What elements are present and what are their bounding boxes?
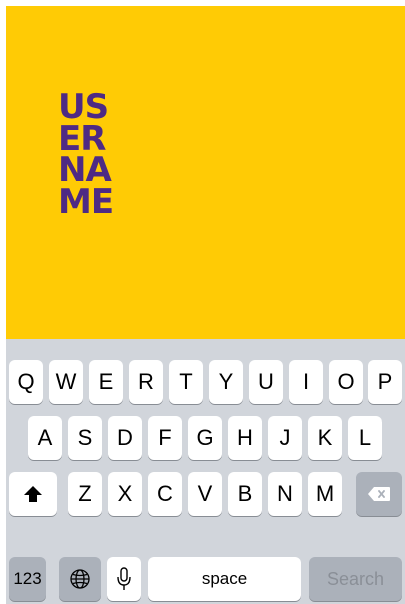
- dictation-key[interactable]: [107, 557, 141, 601]
- key-w[interactable]: W: [49, 360, 83, 404]
- title-line: ME: [58, 181, 114, 222]
- key-z[interactable]: Z: [68, 472, 102, 516]
- search-key[interactable]: Search: [309, 557, 402, 601]
- key-m[interactable]: M: [308, 472, 342, 516]
- key-o[interactable]: O: [329, 360, 363, 404]
- key-b[interactable]: B: [228, 472, 262, 516]
- numbers-key[interactable]: 123: [9, 557, 46, 601]
- key-r[interactable]: R: [129, 360, 163, 404]
- space-key[interactable]: space: [148, 557, 301, 601]
- key-d[interactable]: D: [108, 416, 142, 460]
- key-k[interactable]: K: [308, 416, 342, 460]
- key-i[interactable]: I: [289, 360, 323, 404]
- key-q[interactable]: Q: [9, 360, 43, 404]
- screen: US ER NA ME Q W E R T Y U I O P A S D F …: [0, 0, 405, 604]
- delete-key[interactable]: [356, 472, 402, 516]
- key-y[interactable]: Y: [209, 360, 243, 404]
- key-g[interactable]: G: [188, 416, 222, 460]
- key-f[interactable]: F: [148, 416, 182, 460]
- key-t[interactable]: T: [169, 360, 203, 404]
- username-title: US ER NA ME: [58, 90, 114, 222]
- key-l[interactable]: L: [348, 416, 382, 460]
- shift-icon: [23, 485, 43, 503]
- key-a[interactable]: A: [28, 416, 62, 460]
- key-x[interactable]: X: [108, 472, 142, 516]
- key-u[interactable]: U: [249, 360, 283, 404]
- keyboard: Q W E R T Y U I O P A S D F G H J K L Z …: [6, 339, 405, 604]
- shift-key[interactable]: [9, 472, 57, 516]
- microphone-icon: [117, 567, 131, 591]
- globe-icon: [69, 568, 91, 590]
- key-s[interactable]: S: [68, 416, 102, 460]
- backspace-icon: [367, 486, 391, 502]
- key-p[interactable]: P: [368, 360, 402, 404]
- globe-key[interactable]: [59, 557, 101, 601]
- key-e[interactable]: E: [89, 360, 123, 404]
- key-h[interactable]: H: [228, 416, 262, 460]
- key-n[interactable]: N: [268, 472, 302, 516]
- key-j[interactable]: J: [268, 416, 302, 460]
- key-v[interactable]: V: [188, 472, 222, 516]
- key-c[interactable]: C: [148, 472, 182, 516]
